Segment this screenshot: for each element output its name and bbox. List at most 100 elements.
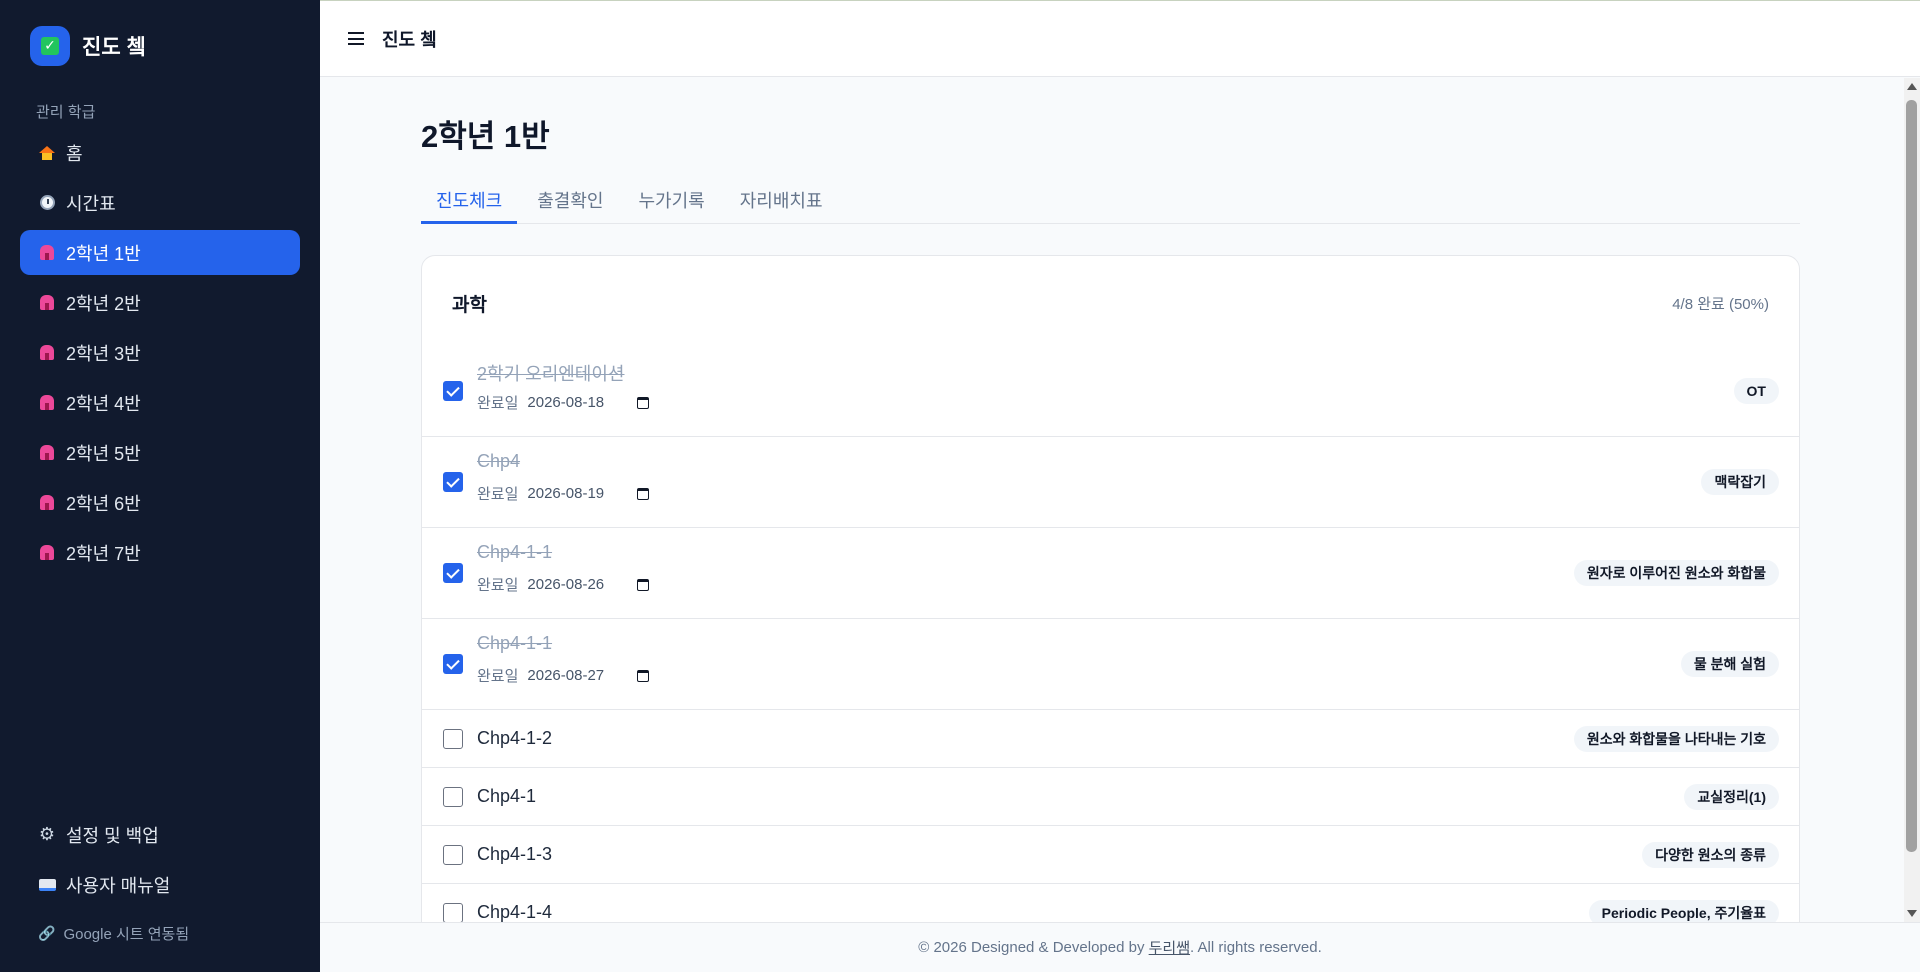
lesson-row: Chp4 완료일 2026-08-19 맥락잡기	[422, 437, 1799, 528]
footer: © 2026 Designed & Developed by 두리쌤 . All…	[320, 922, 1920, 972]
link-icon: 🔗	[38, 925, 56, 942]
tab-bar: 진도체크 출결확인 누가기록 자리배치표	[421, 183, 1800, 224]
completion-date: 완료일 2026-08-18	[477, 392, 650, 413]
lesson-tag: 교실정리(1)	[1684, 784, 1779, 810]
sidebar-item-label: 사용자 매뉴얼	[66, 875, 171, 896]
class-nav: 홈 시간표 2학년 1반 2학년 2반 2학년 3반 2학년 4반 2학년 5반	[20, 130, 300, 580]
card-header: 과학 4/8 완료 (50%)	[452, 290, 1769, 317]
lesson-checkbox[interactable]	[443, 472, 463, 492]
lesson-tag: 원자로 이루어진 원소와 화합물	[1573, 560, 1779, 586]
sidebar-item-manual[interactable]: 사용자 매뉴얼	[20, 862, 300, 907]
completion-date: 완료일 2026-08-27	[477, 665, 650, 686]
sidebar-item-class-2-4[interactable]: 2학년 4반	[20, 380, 300, 425]
sidebar-item-class-2-2[interactable]: 2학년 2반	[20, 280, 300, 325]
lesson-tag: 원소와 화합물을 나타내는 기호	[1573, 726, 1779, 752]
app-logo-icon: ✓	[30, 26, 70, 66]
lesson-title: Chp4-1-3	[477, 844, 553, 864]
lesson-checkbox[interactable]	[443, 729, 463, 749]
sidebar-item-label: 2학년 7반	[66, 543, 141, 564]
date-input[interactable]: 2026-08-27	[527, 667, 629, 684]
school-icon	[38, 394, 56, 412]
sidebar-item-label: 설정 및 백업	[66, 825, 159, 846]
scroll-down-icon[interactable]	[1907, 910, 1917, 917]
sidebar-item-label: 2학년 2반	[66, 293, 141, 314]
school-icon	[38, 444, 56, 462]
completion-date: 완료일 2026-08-26	[477, 574, 650, 595]
sidebar-item-settings[interactable]: ⚙ 설정 및 백업	[20, 812, 300, 857]
lesson-row: Chp4-1-2 원소와 화합물을 나타내는 기호	[422, 710, 1799, 768]
lesson-checkbox[interactable]	[443, 654, 463, 674]
sidebar-item-label: 2학년 4반	[66, 393, 141, 414]
date-input[interactable]: 2026-08-19	[527, 485, 629, 502]
date-label: 완료일	[477, 486, 519, 503]
lesson-title: Chp4-1-1	[477, 542, 553, 562]
calendar-icon[interactable]	[637, 669, 650, 682]
lesson-row: 2학기 오리엔테이션 완료일 2026-08-18 OT	[422, 346, 1799, 437]
google-sheet-status[interactable]: 🔗 Google 시트 연동됨	[38, 923, 189, 944]
school-icon	[38, 544, 56, 562]
sidebar-item-class-2-1[interactable]: 2학년 1반	[20, 230, 300, 275]
lesson-checkbox[interactable]	[443, 787, 463, 807]
calendar-icon[interactable]	[637, 396, 650, 409]
tab-records[interactable]: 누가기록	[624, 183, 720, 224]
lesson-title: Chp4	[477, 451, 521, 471]
app-name: 진도 쳌	[82, 36, 146, 59]
school-icon	[38, 244, 56, 262]
sidebar-item-class-2-3[interactable]: 2학년 3반	[20, 330, 300, 375]
sidebar-item-timetable[interactable]: 시간표	[20, 180, 300, 225]
lesson-tag: OT	[1733, 378, 1779, 404]
school-icon	[38, 294, 56, 312]
top-title: 진도 쳌	[382, 29, 437, 50]
tab-progress-check[interactable]: 진도체크	[421, 183, 518, 224]
lesson-checkbox[interactable]	[443, 563, 463, 583]
home-icon	[38, 144, 56, 162]
school-icon	[38, 494, 56, 512]
calendar-icon[interactable]	[637, 487, 650, 500]
lesson-row: Chp4-1-1 완료일 2026-08-26 원자로 이루어진 원소와 화합물	[422, 528, 1799, 619]
lesson-title: Chp4-1	[477, 786, 537, 806]
scrollbar-thumb[interactable]	[1906, 100, 1917, 852]
calendar-icon[interactable]	[637, 578, 650, 591]
lesson-list: 2학기 오리엔테이션 완료일 2026-08-18 OT Chp4 완료일 20…	[422, 346, 1799, 922]
date-input[interactable]: 2026-08-18	[527, 394, 629, 411]
scroll-up-icon[interactable]	[1907, 83, 1917, 90]
lesson-checkbox[interactable]	[443, 381, 463, 401]
sidebar-item-class-2-7[interactable]: 2학년 7반	[20, 530, 300, 575]
sidebar-item-home[interactable]: 홈	[20, 130, 300, 175]
tab-attendance[interactable]: 출결확인	[522, 183, 618, 224]
lesson-checkbox[interactable]	[443, 903, 463, 922]
lesson-tag: 맥락잡기	[1701, 469, 1779, 495]
sidebar-item-label: 시간표	[66, 193, 116, 214]
lesson-row: Chp4-1-3 다양한 원소의 종류	[422, 826, 1799, 884]
lesson-checkbox[interactable]	[443, 845, 463, 865]
subject-title: 과학	[452, 295, 487, 316]
lesson-title: Chp4-1-4	[477, 902, 553, 922]
top-bar: 진도 쳌	[320, 0, 1920, 77]
date-label: 완료일	[477, 395, 519, 412]
main-content: 2학년 1반 진도체크 출결확인 누가기록 자리배치표 과학 4/8 완료 (5…	[320, 77, 1900, 922]
lesson-row: Chp4-1-1 완료일 2026-08-27 물 분해 실험	[422, 619, 1799, 710]
sidebar-item-label: 2학년 1반	[66, 243, 141, 264]
google-sheet-status-label: Google 시트 연동됨	[63, 926, 190, 943]
main-scrollbar[interactable]	[1904, 78, 1920, 922]
subject-card: 과학 4/8 완료 (50%) 2학기 오리엔테이션 완료일 2026-08-1…	[421, 255, 1800, 922]
sidebar-item-label: 2학년 3반	[66, 343, 141, 364]
tab-seating[interactable]: 자리배치표	[725, 183, 838, 224]
lesson-tag: Periodic People, 주기율표	[1588, 900, 1779, 922]
date-label: 완료일	[477, 577, 519, 594]
sidebar-item-label: 2학년 6반	[66, 493, 141, 514]
lesson-tag: 물 분해 실험	[1680, 651, 1779, 677]
brand[interactable]: ✓ 진도 쳌	[30, 26, 146, 66]
lesson-row: Chp4-1 교실정리(1)	[422, 768, 1799, 826]
sidebar-item-class-2-5[interactable]: 2학년 5반	[20, 430, 300, 475]
date-input[interactable]: 2026-08-26	[527, 576, 629, 593]
sidebar-bottom: ⚙ 설정 및 백업 사용자 매뉴얼	[20, 812, 300, 912]
book-icon	[38, 876, 56, 894]
completion-date: 완료일 2026-08-19	[477, 483, 650, 504]
footer-suffix: . All rights reserved.	[1190, 939, 1322, 956]
lesson-title: Chp4-1-1	[477, 633, 553, 653]
school-icon	[38, 344, 56, 362]
menu-icon[interactable]	[348, 32, 364, 45]
author-link[interactable]: 두리쌤	[1149, 937, 1190, 958]
sidebar-item-class-2-6[interactable]: 2학년 6반	[20, 480, 300, 525]
